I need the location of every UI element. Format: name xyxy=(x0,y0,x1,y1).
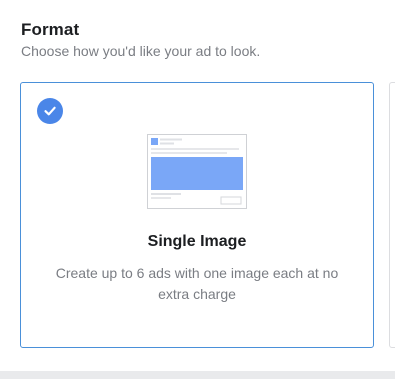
bottom-divider xyxy=(0,371,395,379)
format-option-single-image[interactable]: Single Image Create up to 6 ads with one… xyxy=(20,82,374,348)
single-image-preview-icon xyxy=(147,134,247,209)
section-title: Format xyxy=(21,20,80,39)
format-option-description: Create up to 6 ads with one image each a… xyxy=(55,265,339,302)
next-format-option[interactable] xyxy=(389,82,395,348)
ad-format-panel: Format Choose how you'd like your ad to … xyxy=(0,0,395,379)
checkmark-icon xyxy=(37,98,63,124)
format-option-title: Single Image xyxy=(147,233,247,250)
section-subtitle: Choose how you'd like your ad to look. xyxy=(21,43,261,59)
